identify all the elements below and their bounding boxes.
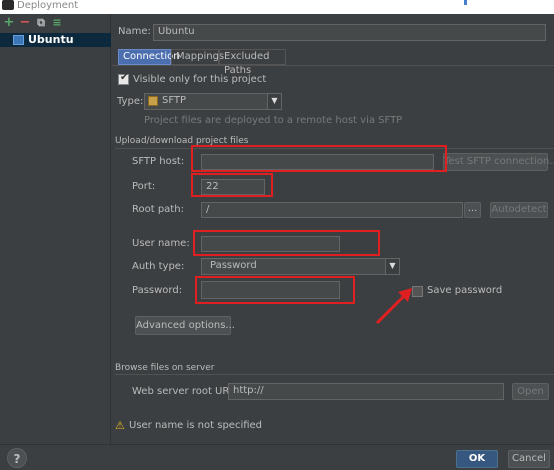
visible-only-checkbox[interactable]: ✔ <box>118 72 129 85</box>
help-button[interactable]: ? <box>7 448 27 468</box>
type-value: SFTP <box>162 95 187 106</box>
tab-mappings[interactable]: Mappings <box>171 49 224 65</box>
highlight-box-host <box>191 145 447 172</box>
highlight-box-port <box>191 173 273 197</box>
server-list-item-label: Ubuntu <box>28 33 74 46</box>
name-label: Name: <box>118 26 151 37</box>
move-server-icon[interactable]: ≡ <box>51 16 63 30</box>
name-field[interactable]: Ubuntu <box>153 24 546 41</box>
warning-message: User name is not specified <box>129 420 263 431</box>
remove-server-icon[interactable]: − <box>19 16 31 30</box>
advanced-options-button[interactable]: Advanced options... <box>135 316 235 335</box>
type-hint: Project files are deployed to a remote h… <box>144 115 403 126</box>
titlebar-marker <box>464 0 467 5</box>
web-root-url-field[interactable]: http:// <box>228 383 504 400</box>
server-list-item[interactable]: Ubuntu <box>0 33 111 47</box>
port-label: Port: <box>132 181 156 192</box>
open-button[interactable]: Open <box>512 383 549 400</box>
save-password-label: Save password <box>427 285 503 296</box>
tab-divider <box>112 65 554 66</box>
add-server-icon[interactable]: + <box>3 16 15 30</box>
warning-icon: ⚠ <box>115 419 125 432</box>
sftp-icon <box>148 96 158 106</box>
sftp-host-label: SFTP host: <box>132 156 185 167</box>
cancel-button[interactable]: Cancel <box>508 450 550 468</box>
highlight-box-password <box>195 276 355 304</box>
dialog-footer: ? OK Cancel <box>0 444 554 470</box>
web-root-url-label: Web server root URL: <box>132 386 239 397</box>
password-label: Password: <box>132 285 183 296</box>
tab-connection[interactable]: Connection <box>118 49 180 65</box>
user-name-label: User name: <box>132 238 190 249</box>
auth-type-label: Auth type: <box>132 261 185 272</box>
window-title: Deployment <box>17 0 79 11</box>
root-path-field[interactable]: / <box>201 202 463 218</box>
auth-type-select[interactable]: Password ▼ <box>201 258 400 275</box>
visible-only-label: Visible only for this project <box>133 74 267 85</box>
app-icon <box>2 0 14 10</box>
chevron-down-icon: ▼ <box>267 94 281 109</box>
browse-button[interactable]: ... <box>464 202 481 218</box>
window-titlebar: Deployment <box>0 0 554 14</box>
highlight-box-username <box>193 230 380 256</box>
annotation-arrow-icon <box>375 288 412 325</box>
autodetect-button[interactable]: Autodetect <box>490 202 548 218</box>
copy-server-icon[interactable]: ⧉ <box>35 16 47 30</box>
test-connection-button[interactable]: Test SFTP connection... <box>443 153 554 171</box>
chevron-down-icon: ▼ <box>385 259 399 274</box>
server-list-pane: + − ⧉ ≡ Ubuntu <box>0 14 111 444</box>
section-browse-header: Browse files on server <box>115 363 215 373</box>
ok-button[interactable]: OK <box>456 450 498 468</box>
root-path-label: Root path: <box>132 204 184 215</box>
auth-type-value: Password <box>210 260 257 271</box>
checkmark-icon: ✔ <box>120 72 129 83</box>
type-label: Type: <box>117 96 144 107</box>
server-icon <box>13 35 24 45</box>
section-browse-divider <box>115 374 554 375</box>
type-select[interactable]: SFTP ▼ <box>144 93 282 110</box>
tab-excluded-paths[interactable]: Excluded Paths <box>219 49 286 76</box>
